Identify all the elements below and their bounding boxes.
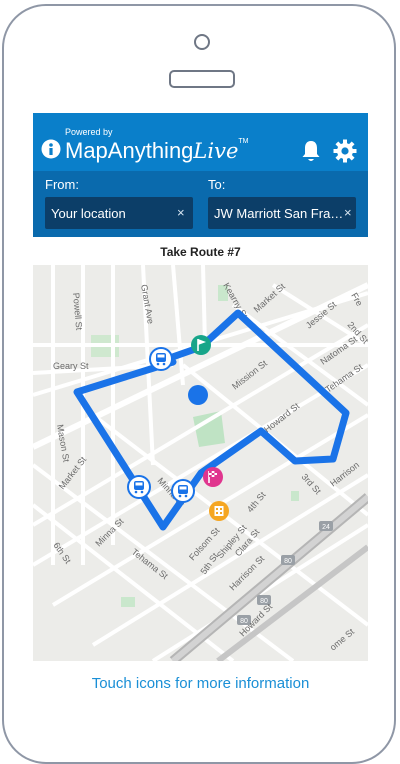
- to-field[interactable]: JW Marriott San Fra… ×: [208, 197, 356, 229]
- street-label: Market St: [252, 281, 288, 315]
- from-field[interactable]: Your location ×: [45, 197, 193, 229]
- street-label: 4th St: [245, 489, 268, 514]
- brand-live: Live: [193, 139, 239, 163]
- powered-by-label: Powered by: [65, 127, 113, 137]
- bus-stop-icon[interactable]: [171, 479, 195, 503]
- gear-icon[interactable]: [333, 139, 357, 163]
- info-icon: [41, 139, 61, 159]
- from-value: Your location: [51, 206, 126, 221]
- speaker-grille: [169, 70, 235, 88]
- route-map[interactable]: 80 80 80 24 Geary St Grant Ave Powell St…: [33, 265, 368, 661]
- highway-shield: 24: [319, 521, 333, 531]
- route-selector: From: Your location × To: JW Marriott Sa…: [33, 171, 368, 237]
- brand-name: MapAnything: [65, 138, 194, 163]
- bell-icon[interactable]: [300, 139, 322, 163]
- take-route-title: Take Route #7: [33, 237, 368, 266]
- camera-icon: [194, 34, 210, 50]
- street-label: Grant Ave: [139, 284, 156, 325]
- bus-stop-icon[interactable]: [127, 475, 151, 499]
- start-flag-icon[interactable]: [191, 335, 211, 355]
- clear-to-icon[interactable]: ×: [342, 205, 352, 220]
- park-area: [291, 491, 299, 501]
- street-label: ome St: [328, 626, 357, 652]
- park-area: [121, 597, 135, 607]
- clear-from-icon[interactable]: ×: [177, 205, 185, 220]
- bus-stop-icon[interactable]: [149, 347, 173, 371]
- to-value: JW Marriott San Fra…: [214, 206, 344, 221]
- svg-text:24: 24: [322, 524, 330, 531]
- footer-hint: Touch icons for more information: [33, 661, 368, 712]
- brand-logo: MapAnythingLiveTM: [65, 138, 248, 164]
- app-screen: Powered by MapAnythingLiveTM From: Your …: [33, 113, 368, 712]
- hotel-icon[interactable]: [209, 501, 229, 521]
- finish-flag-icon[interactable]: [203, 467, 223, 487]
- street-label: Powell St: [71, 292, 84, 331]
- from-label: From:: [45, 177, 79, 192]
- app-header: Powered by MapAnythingLiveTM: [33, 113, 368, 171]
- to-label: To:: [208, 177, 226, 192]
- brand-trademark: TM: [238, 138, 249, 145]
- current-location-icon[interactable]: [188, 385, 208, 405]
- street-label: Geary St: [53, 361, 89, 371]
- park-area: [193, 411, 225, 447]
- map-canvas: 80 80 80 24 Geary St Grant Ave Powell St…: [33, 265, 368, 661]
- highway-shield: 80: [281, 555, 295, 565]
- street-label: Howard St: [262, 401, 302, 435]
- svg-text:80: 80: [284, 558, 292, 565]
